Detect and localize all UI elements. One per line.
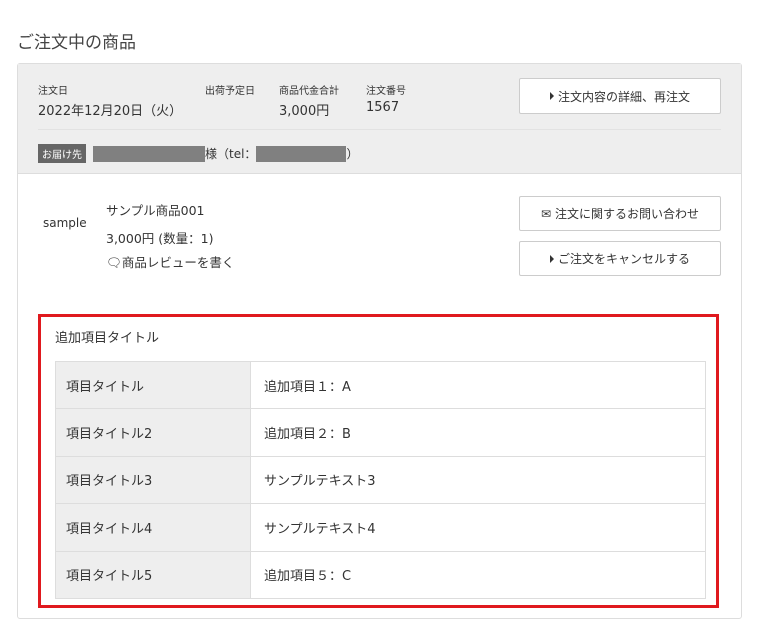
field-key: 項目タイトル5: [55, 550, 251, 599]
table-row: 項目タイトル4 サンプルテキスト4: [55, 503, 706, 552]
inquiry-button[interactable]: ✉︎ 注文に関するお問い合わせ: [519, 196, 721, 231]
field-value: サンプルテキスト4: [250, 503, 706, 552]
field-key: 項目タイトル4: [55, 503, 251, 552]
product-image[interactable]: sample: [43, 216, 87, 230]
field-value: 追加項目２：B: [250, 408, 706, 457]
order-date-label: 注文日: [38, 86, 68, 97]
ship-date-label: 出荷予定日: [205, 86, 255, 97]
extra-fields-title: 追加項目タイトル: [55, 331, 160, 346]
caret-right-icon: [549, 254, 554, 263]
field-value: 追加項目１：A: [250, 360, 706, 410]
divider: [38, 129, 721, 130]
order-number-label: 注文番号: [366, 86, 406, 97]
redacted-tel: [256, 145, 347, 162]
field-key: 項目タイトル2: [55, 408, 251, 457]
review-link[interactable]: 🗨︎商品レビューを書く: [106, 252, 234, 271]
extra-fields-table: 項目タイトル 追加項目１：A 項目タイトル2 追加項目２：B 項目タイトル3 サンプル…: [55, 360, 706, 599]
cancel-label: ご注文をキャンセルする: [557, 252, 690, 266]
table-row: 項目タイトル2 追加項目２：B: [55, 408, 706, 457]
cancel-order-button[interactable]: ご注文をキャンセルする: [519, 241, 721, 276]
speech-bubble-icon: 🗨︎: [106, 255, 122, 270]
destination-close: ）: [346, 147, 359, 161]
field-value: 追加項目５：C: [250, 550, 706, 599]
table-row: 項目タイトル5 追加項目５：C: [55, 550, 706, 599]
inquiry-label: 注文に関するお問い合わせ: [555, 207, 700, 221]
order-detail-button[interactable]: 注文内容の詳細、再注文: [519, 78, 721, 114]
caret-right-icon: [549, 92, 554, 100]
order-date: 2022年12月20日（火）: [38, 104, 183, 119]
redacted-name: [93, 145, 205, 162]
total-label: 商品代金合計: [279, 86, 339, 97]
review-link-label: 商品レビューを書く: [121, 255, 235, 270]
order-detail-label: 注文内容の詳細、再注文: [557, 89, 690, 104]
destination: お届け先 様（tel： ）: [38, 144, 358, 163]
table-row: 項目タイトル3 サンプルテキスト3: [55, 455, 706, 505]
field-key: 項目タイトル: [55, 360, 251, 410]
order-header: 注文日 2022年12月20日（火） 出荷予定日 商品代金合計 3,000円 注…: [18, 64, 741, 174]
product-price: 3,000円 (数量：1): [106, 231, 214, 246]
destination-badge: お届け先: [38, 144, 86, 163]
field-value: サンプルテキスト3: [250, 455, 706, 505]
envelope-icon: ✉︎: [540, 206, 552, 221]
destination-suffix: 様（tel：: [205, 147, 257, 161]
page-title: ご注文中の商品: [17, 33, 136, 53]
product-name[interactable]: サンプル商品001: [106, 200, 204, 219]
extra-fields-highlight: 追加項目タイトル 項目タイトル 追加項目１：A 項目タイトル2 追加項目２：B 項目…: [38, 314, 719, 608]
total-value: 3,000円: [279, 104, 330, 119]
table-row: 項目タイトル 追加項目１：A: [55, 360, 706, 410]
field-key: 項目タイトル3: [55, 455, 251, 505]
order-number: 1567: [366, 100, 400, 115]
